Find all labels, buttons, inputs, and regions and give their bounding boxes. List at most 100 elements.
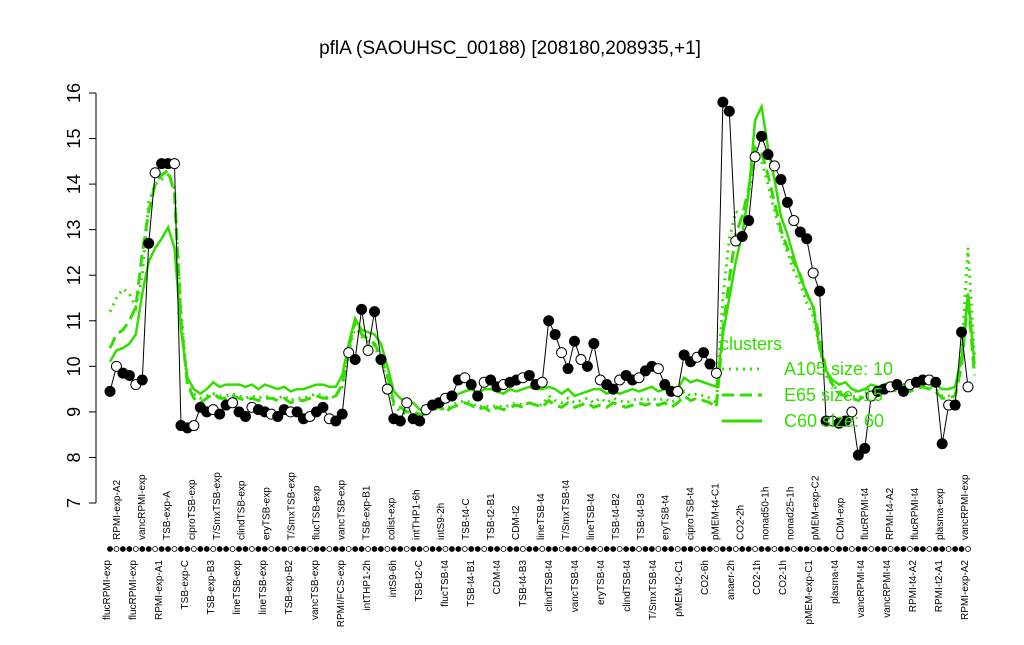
x-label-lower: vancRPMI-t4 xyxy=(882,560,893,618)
data-point xyxy=(227,397,239,409)
rug-marker xyxy=(474,546,481,552)
rug-marker xyxy=(848,546,855,552)
data-point xyxy=(214,408,226,420)
rug-marker xyxy=(507,546,513,552)
expression-chart: pflA (SAOUHSC_00188) [208180,208935,+1] … xyxy=(64,38,976,628)
x-label-lower: TSB-t2-C xyxy=(414,560,425,602)
x-label-upper: clindTSB-exp xyxy=(237,480,248,540)
data-point xyxy=(717,96,729,108)
data-point xyxy=(736,231,748,242)
rug-marker xyxy=(894,546,900,552)
x-label-lower: anaer-2h xyxy=(726,560,737,600)
data-point xyxy=(743,215,755,227)
rug-marker xyxy=(578,546,584,552)
rug-marker xyxy=(700,546,707,552)
rug-marker xyxy=(661,546,668,552)
x-label-lower: CDM-t4 xyxy=(492,560,503,595)
rug-marker xyxy=(913,546,920,552)
rug-marker xyxy=(229,546,236,552)
rug-marker xyxy=(481,546,488,552)
data-point xyxy=(349,354,361,365)
rug-marker xyxy=(126,546,133,552)
rug-marker xyxy=(165,546,171,552)
x-label-lower: clindTSB-t4 xyxy=(622,560,633,612)
data-point xyxy=(710,367,722,379)
x-label-lower: RPMI-t2-A1 xyxy=(934,560,945,613)
rug-marker xyxy=(726,546,733,552)
rug-marker xyxy=(545,546,552,552)
x-label-upper: flucRPMI-t4 xyxy=(860,487,871,540)
data-point xyxy=(562,363,574,375)
x-label-lower: flucRPMI-exp xyxy=(102,560,113,620)
rug-marker xyxy=(590,546,597,552)
x-label-lower: vancRPMI-t4 xyxy=(856,560,867,618)
rug-marker xyxy=(339,546,346,552)
rug-marker xyxy=(332,546,339,552)
data-point xyxy=(446,390,458,402)
data-point xyxy=(472,390,484,402)
x-label-upper: CO2-2h xyxy=(736,505,747,540)
x-label-lower: RPMI/FCS-exp xyxy=(336,560,347,628)
rug-marker xyxy=(778,546,784,552)
rug-marker xyxy=(519,546,526,552)
data-point xyxy=(801,233,813,245)
x-label-lower: intTHP1-2h xyxy=(362,560,373,611)
rug-marker xyxy=(623,546,629,552)
rug-marker xyxy=(571,546,578,552)
data-point xyxy=(652,363,664,375)
rug-marker xyxy=(358,546,365,552)
rug-marker xyxy=(455,546,462,552)
rug-marker xyxy=(468,546,475,552)
rug-marker xyxy=(203,546,210,552)
rug-marker xyxy=(300,546,307,552)
x-label-upper: TSB-t2-B1 xyxy=(486,493,497,540)
data-point xyxy=(607,383,619,395)
data-point xyxy=(239,410,251,422)
rug-marker xyxy=(436,546,442,552)
x-label-lower: RPMI-t4-A2 xyxy=(908,560,919,613)
data-point xyxy=(556,347,568,359)
data-point xyxy=(723,105,735,117)
x-label-lower: TSB-t4-B1 xyxy=(466,560,477,607)
rug-marker xyxy=(178,546,184,552)
data-point xyxy=(549,328,561,340)
legend-title: clusters xyxy=(720,334,782,354)
rug-marker xyxy=(842,546,849,552)
data-point xyxy=(859,442,871,454)
rug-marker xyxy=(255,546,262,552)
data-point xyxy=(536,376,548,388)
x-label-lower: TSB-t4-B3 xyxy=(518,560,529,607)
x-label-upper: nonad25-1h xyxy=(785,487,796,540)
rug-marker xyxy=(223,546,230,552)
x-label-upper: intTHP1-6h xyxy=(411,489,422,540)
y-tick-label: 16 xyxy=(64,83,84,103)
legend-entry: C60 size: 60 xyxy=(784,411,884,431)
data-point xyxy=(401,397,413,409)
rug-marker xyxy=(874,546,881,552)
data-point xyxy=(362,344,374,356)
data-point xyxy=(807,267,819,279)
rug-marker xyxy=(461,546,468,552)
rug-marker xyxy=(584,546,591,552)
data-point xyxy=(368,306,380,318)
data-point xyxy=(588,338,600,350)
rug-marker xyxy=(816,546,823,552)
rug-marker xyxy=(403,546,410,552)
rug-marker xyxy=(900,546,907,552)
rug-marker xyxy=(242,546,249,552)
rug-marker xyxy=(365,546,371,552)
rug-marker xyxy=(210,546,217,552)
y-tick-label: 13 xyxy=(64,220,84,240)
x-label-lower: clindTSB-t4 xyxy=(544,560,555,612)
x-label-upper: lineTSB-t4 xyxy=(586,493,597,540)
rug-marker xyxy=(113,546,120,552)
x-label-upper: eryTSB-exp xyxy=(262,487,273,540)
rug-marker xyxy=(932,546,939,552)
data-point xyxy=(568,335,580,347)
rug-marker xyxy=(881,546,888,552)
x-label-upper: vancRPMI-exp xyxy=(960,474,971,540)
x-label-upper: RPMI-exp-A2 xyxy=(112,480,123,540)
data-point xyxy=(465,379,477,391)
data-point xyxy=(698,347,710,359)
data-point xyxy=(104,385,116,397)
